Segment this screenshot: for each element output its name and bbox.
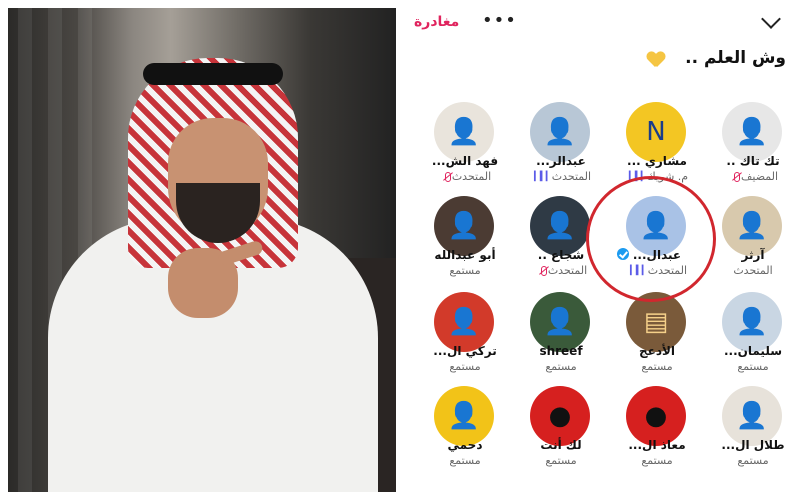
yellow-heart-icon <box>647 52 665 68</box>
top-bar: مغادرة ••• <box>404 9 800 40</box>
participant-card[interactable]: 👤 تك تاك .. المضيف <box>706 96 800 191</box>
participant-name: مشاري ... <box>627 154 687 168</box>
role-label: المتحدث <box>551 170 592 183</box>
mic-off-icon <box>442 172 452 182</box>
avatar[interactable]: 👤 <box>530 102 590 162</box>
participant-role: المتحدث▎▍▎ <box>514 170 608 183</box>
role-label: المتحدث <box>451 170 492 183</box>
participant-role: مستمع <box>418 360 512 373</box>
participant-card[interactable]: 👤 طلال ال... مستمع <box>706 380 800 475</box>
avatar[interactable]: 👤 <box>434 292 494 352</box>
role-label: مستمع <box>545 360 577 373</box>
role-label: مستمع <box>449 360 481 373</box>
agal <box>143 63 283 85</box>
participant-role: مستمع <box>706 360 800 373</box>
participant-card[interactable]: ● لك أنت مستمع <box>514 380 608 475</box>
participant-card[interactable]: 👤 دحمي مستمع <box>418 380 512 475</box>
participant-role: مستمع <box>610 360 704 373</box>
participant-card[interactable]: 👤 أبو عبدالله مستمع <box>418 190 512 285</box>
role-label: مستمع <box>449 264 481 277</box>
highlight-circle <box>586 176 716 302</box>
participant-role: مستمع <box>706 454 800 467</box>
participant-role: المتحدث <box>418 170 512 183</box>
participant-name: لك أنت <box>540 438 582 452</box>
avatar[interactable]: 👤 <box>722 292 782 352</box>
role-label: المتحدث <box>733 264 773 277</box>
participant-card[interactable]: 👤 تركي ال... مستمع <box>418 286 512 381</box>
participant-role: مستمع <box>418 264 512 277</box>
avatar[interactable]: 👤 <box>722 196 782 256</box>
curtain-stripe <box>18 8 32 492</box>
avatar[interactable]: 👤 <box>722 102 782 162</box>
role-label: مستمع <box>737 454 769 467</box>
participant-card[interactable]: 👤 shreef مستمع <box>514 286 608 381</box>
participant-role: المتحدث <box>706 264 800 277</box>
avatar[interactable]: 👤 <box>434 386 494 446</box>
photo-panel <box>8 8 396 492</box>
participant-card[interactable]: ● معاذ ال... مستمع <box>610 380 704 475</box>
role-label: مستمع <box>545 454 577 467</box>
avatar[interactable]: 👤 <box>530 292 590 352</box>
avatar[interactable]: 👤 <box>722 386 782 446</box>
participant-name: أبو عبدالله <box>434 248 496 262</box>
participant-role: مستمع <box>610 454 704 467</box>
participant-name: طلال ال... <box>721 438 785 452</box>
participant-card[interactable]: 👤 عبدالر... المتحدث▎▍▎ <box>514 96 608 191</box>
mic-off-icon <box>731 172 741 182</box>
mic-off-icon <box>538 266 548 276</box>
avatar[interactable]: 👤 <box>434 102 494 162</box>
participant-role: مستمع <box>418 454 512 467</box>
participant-name: دحمي <box>447 438 483 452</box>
role-label: مستمع <box>641 454 673 467</box>
participant-role: مستمع <box>514 360 608 373</box>
role-label: مستمع <box>449 454 481 467</box>
participant-name: تركي ال... <box>433 344 497 358</box>
participant-name: الأدعج <box>638 344 676 358</box>
avatar[interactable]: ● <box>626 386 686 446</box>
participant-name: shreef <box>539 344 583 358</box>
participant-card[interactable]: 👤 فهد الش... المتحدث <box>418 96 512 191</box>
leave-button[interactable]: مغادرة <box>414 14 459 30</box>
participant-name: تك تاك .. <box>726 154 780 168</box>
role-label: المضيف <box>740 170 778 183</box>
participant-card[interactable]: 👤 سليمان... مستمع <box>706 286 800 381</box>
participant-name: آرثر <box>741 248 765 262</box>
avatar[interactable]: ● <box>530 386 590 446</box>
participant-role: المضيف <box>706 170 800 183</box>
avatar[interactable]: 👤 <box>530 196 590 256</box>
participant-name: سليمان... <box>723 344 783 358</box>
chevron-down-icon[interactable] <box>761 9 781 29</box>
space-title: وش العلم .. <box>685 48 786 68</box>
role-label: مستمع <box>737 360 769 373</box>
more-icon[interactable]: ••• <box>482 10 517 31</box>
participant-card[interactable]: 👤 آرثر المتحدث <box>706 190 800 285</box>
speaking-wave-icon: ▎▍▎ <box>533 172 553 182</box>
participant-name: فهد الش... <box>431 154 499 168</box>
role-label: مستمع <box>641 360 673 373</box>
role-label: المتحدث <box>547 264 588 277</box>
participant-name: معاذ ال... <box>628 438 686 452</box>
avatar[interactable]: N <box>626 102 686 162</box>
avatar[interactable]: 👤 <box>434 196 494 256</box>
participant-role: مستمع <box>514 454 608 467</box>
spaces-app: مغادرة ••• وش العلم .. 👤 تك تاك .. المضيف N… <box>404 0 800 500</box>
participant-name: عبدالر... <box>536 154 586 168</box>
